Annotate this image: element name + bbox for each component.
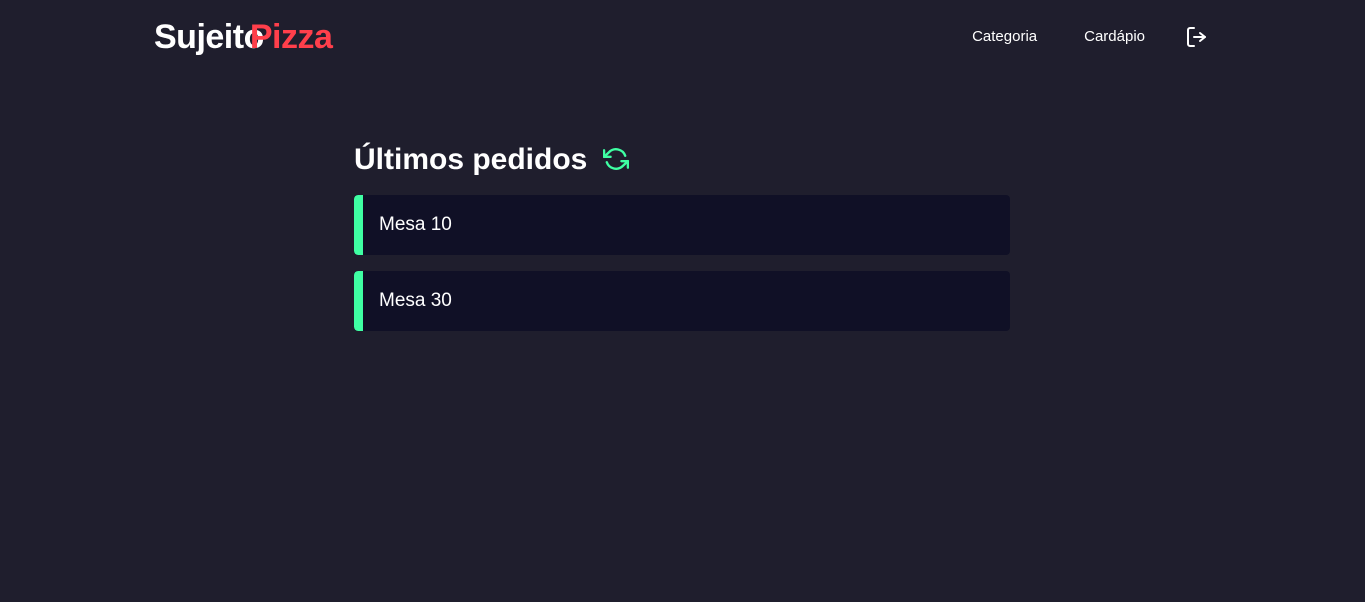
logout-button[interactable] bbox=[1185, 25, 1209, 49]
app-header: SujeitoPizza Categoria Cardápio bbox=[0, 0, 1365, 74]
order-item[interactable]: Mesa 30 bbox=[354, 271, 1010, 331]
logo-text-sujeito: Sujeito bbox=[154, 18, 264, 56]
title-row: Últimos pedidos bbox=[354, 134, 1010, 186]
order-list: Mesa 10 Mesa 30 bbox=[354, 195, 1010, 331]
order-table-label: Mesa 30 bbox=[379, 290, 452, 311]
logout-icon bbox=[1187, 27, 1206, 47]
main-nav: Categoria Cardápio bbox=[972, 24, 1209, 50]
nav-link-categoria[interactable]: Categoria bbox=[972, 24, 1037, 50]
order-item[interactable]: Mesa 10 bbox=[354, 195, 1010, 255]
order-table-label: Mesa 10 bbox=[379, 214, 452, 235]
nav-link-cardapio[interactable]: Cardápio bbox=[1084, 24, 1145, 50]
logo[interactable]: SujeitoPizza bbox=[154, 15, 333, 59]
logo-text-pizza: Pizza bbox=[249, 18, 333, 56]
page-title: Últimos pedidos bbox=[354, 143, 588, 176]
orders-panel: Últimos pedidos Mesa 10 Mesa 30 bbox=[354, 134, 1010, 331]
order-status-tag bbox=[354, 271, 363, 331]
order-status-tag bbox=[354, 195, 363, 255]
refresh-button[interactable] bbox=[601, 144, 631, 174]
refresh-icon bbox=[603, 148, 630, 170]
